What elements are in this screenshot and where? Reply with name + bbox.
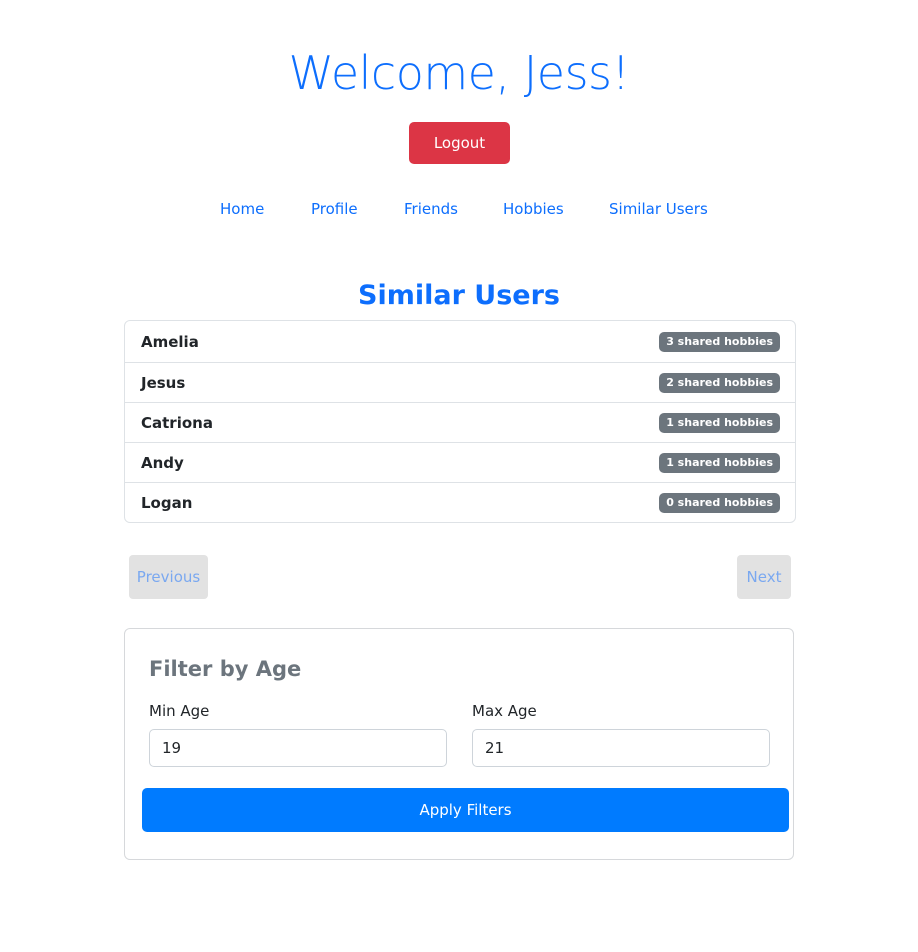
user-name: Logan [141,493,193,512]
next-button[interactable]: Next [737,555,791,599]
list-item[interactable]: Catriona 1 shared hobbies [125,402,795,442]
min-age-input[interactable] [149,729,447,767]
nav-home[interactable]: Home [220,198,264,220]
similar-users-list: Amelia 3 shared hobbies Jesus 2 shared h… [124,320,796,523]
list-item[interactable]: Amelia 3 shared hobbies [125,321,795,362]
shared-hobbies-badge: 1 shared hobbies [659,452,780,473]
filter-title: Filter by Age [149,657,302,681]
shared-hobbies-badge: 0 shared hobbies [659,492,780,513]
nav-similar-users[interactable]: Similar Users [609,198,708,220]
similar-users-title: Similar Users [358,280,560,311]
shared-hobbies-badge: 2 shared hobbies [659,372,780,393]
apply-filters-button[interactable]: Apply Filters [142,788,789,832]
nav-profile[interactable]: Profile [311,198,358,220]
shared-hobbies-badge: 1 shared hobbies [659,412,780,433]
user-name: Catriona [141,413,213,432]
user-name: Amelia [141,332,199,351]
welcome-heading: Welcome, Jess! [288,46,630,100]
nav-hobbies[interactable]: Hobbies [503,198,564,220]
nav-friends[interactable]: Friends [404,198,458,220]
list-item[interactable]: Jesus 2 shared hobbies [125,362,795,402]
max-age-input[interactable] [472,729,770,767]
list-item[interactable]: Andy 1 shared hobbies [125,442,795,482]
previous-button[interactable]: Previous [129,555,208,599]
max-age-label: Max Age [472,702,537,720]
list-item[interactable]: Logan 0 shared hobbies [125,482,795,522]
user-name: Jesus [141,373,186,392]
user-name: Andy [141,453,184,472]
filter-card: Filter by Age Min Age Max Age Apply Filt… [124,628,794,860]
logout-button[interactable]: Logout [409,122,510,164]
main-nav: Home Profile Friends Hobbies Similar Use… [0,198,918,220]
shared-hobbies-badge: 3 shared hobbies [659,331,780,352]
min-age-label: Min Age [149,702,210,720]
